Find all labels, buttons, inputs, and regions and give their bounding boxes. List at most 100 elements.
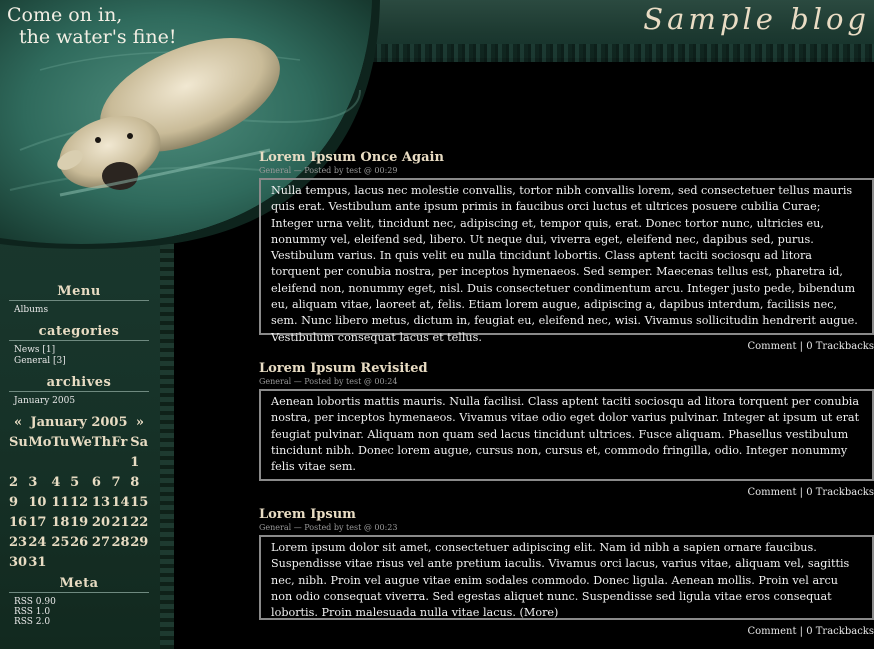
calendar-week: 2 3 4 5 6 7 8 (9, 472, 149, 492)
post-title[interactable]: Lorem Ipsum Revisited (259, 361, 874, 376)
blog-title[interactable]: Sample blog (643, 2, 870, 36)
meta-rss-090[interactable]: RSS 0.90 (9, 597, 149, 607)
post-meta: General — Posted by test @ 00:24 (259, 377, 398, 386)
sidebar-edge-texture (160, 230, 174, 649)
calendar-day (92, 452, 112, 472)
calendar-prev-button[interactable]: « (14, 415, 22, 430)
menu-section: Menu Albums (9, 284, 149, 316)
calendar-day: 21 (111, 514, 130, 530)
sidebar-content: Menu Albums categories News [1] General … (9, 284, 149, 635)
post-title[interactable]: Lorem Ipsum Once Again (259, 150, 874, 165)
comment-link[interactable]: Comment (747, 626, 796, 637)
weekday: Th (91, 434, 112, 450)
calendar-day (9, 452, 28, 472)
calendar-day: 25 (51, 534, 70, 550)
calendar-day: 14 (111, 494, 130, 510)
post-body-text: Lorem ipsum dolor sit amet, consectetuer… (271, 541, 850, 620)
calendar-day: 29 (130, 534, 149, 550)
weekday: Sa (130, 434, 149, 450)
calendar-day: 2 (9, 474, 19, 490)
calendar-day: 11 (51, 494, 70, 510)
blog-post: Lorem Ipsum General — Posted by test @ 0… (259, 507, 874, 638)
trackbacks-link[interactable]: 0 Trackbacks (806, 341, 874, 352)
meta-rss-10[interactable]: RSS 1.0 (9, 607, 149, 617)
weekday: Tu (51, 434, 70, 450)
post-body: Nulla tempus, lacus nec molestie convall… (259, 178, 874, 344)
post-body: Lorem ipsum dolor sit amet, consectetuer… (259, 535, 874, 620)
meta-rss-20[interactable]: RSS 2.0 (9, 617, 149, 627)
comment-link[interactable]: Comment (747, 487, 796, 498)
calendar-day: 16 (9, 514, 28, 530)
calendar-day: 4 (51, 474, 61, 490)
calendar-week: 9 10 11 12 13 14 15 (9, 492, 149, 512)
calendar-day: 24 (28, 534, 47, 550)
posts-column: Lorem Ipsum Once Again General — Posted … (259, 150, 874, 646)
meta-section: Meta RSS 0.90 RSS 1.0 RSS 2.0 (9, 576, 149, 627)
calendar-day: 6 (91, 474, 101, 490)
calendar-day (111, 552, 130, 572)
post-meta: General — Posted by test @ 00:29 (259, 166, 398, 175)
archive-january-2005[interactable]: January 2005 (9, 396, 149, 407)
calendar-day (70, 452, 92, 472)
calendar-day (28, 452, 51, 472)
calendar-grid: Su Mo Tu We Th Fr Sa 1 2 3 4 5 6 7 8 9 1… (9, 432, 149, 572)
menu-item-albums[interactable]: Albums (9, 305, 149, 316)
calendar-day: 3 (28, 474, 38, 490)
calendar-day: 28 (111, 534, 130, 550)
calendar-day: 22 (130, 514, 149, 530)
calendar-day (130, 552, 149, 572)
slogan-line-2: the water's fine! (19, 26, 177, 48)
archives-section: archives January 2005 (9, 375, 149, 407)
slogan-line-1: Come on in, (7, 4, 123, 26)
calendar-day: 8 (130, 474, 140, 490)
post-footer: Comment | 0 Trackbacks (747, 626, 874, 637)
trackbacks-link[interactable]: 0 Trackbacks (806, 487, 874, 498)
calendar-week: 16 17 18 19 20 21 22 (9, 512, 149, 532)
calendar-week: 30 31 (9, 552, 149, 572)
categories-heading: categories (9, 324, 149, 341)
calendar-day: 31 (28, 554, 47, 570)
calendar-header: « January 2005 » (9, 415, 149, 430)
categories-section: categories News [1] General [3] (9, 324, 149, 367)
calendar-day: 12 (70, 494, 89, 510)
meta-heading: Meta (9, 576, 149, 593)
calendar-day (111, 452, 130, 472)
calendar-day: 26 (70, 534, 89, 550)
comment-link[interactable]: Comment (747, 341, 796, 352)
post-footer: Comment | 0 Trackbacks (747, 487, 874, 498)
calendar-day (92, 552, 112, 572)
weekday: Fr (111, 434, 128, 450)
header-slogan: Come on in, the water's fine! (7, 4, 177, 48)
calendar-day: 10 (28, 494, 47, 510)
more-link[interactable]: (More) (520, 606, 559, 619)
post-title[interactable]: Lorem Ipsum (259, 507, 874, 522)
archives-heading: archives (9, 375, 149, 392)
calendar-week: 1 (9, 452, 149, 472)
menu-heading: Menu (9, 284, 149, 301)
header-texture (330, 44, 874, 62)
calendar-day (51, 452, 70, 472)
trackbacks-link[interactable]: 0 Trackbacks (806, 626, 874, 637)
blog-post: Lorem Ipsum Once Again General — Posted … (259, 150, 874, 353)
calendar-day (51, 552, 70, 572)
calendar-day: 7 (111, 474, 121, 490)
weekday: We (70, 434, 92, 450)
calendar-week: 23 24 25 26 27 28 29 (9, 532, 149, 552)
calendar-day: 17 (28, 514, 47, 530)
post-meta: General — Posted by test @ 00:23 (259, 523, 398, 532)
calendar-day: 15 (130, 494, 149, 510)
calendar-day: 20 (91, 514, 111, 530)
calendar-day: 18 (51, 514, 70, 530)
blog-post: Lorem Ipsum Revisited General — Posted b… (259, 361, 874, 499)
calendar-day: 23 (9, 534, 28, 550)
calendar-next-button[interactable]: » (136, 415, 144, 430)
calendar-weekdays: Su Mo Tu We Th Fr Sa (9, 432, 149, 452)
category-general[interactable]: General [3] (9, 356, 149, 367)
category-news[interactable]: News [1] (9, 345, 149, 356)
calendar-day: 9 (9, 494, 19, 510)
calendar: « January 2005 » Su Mo Tu We Th Fr Sa 1 (9, 415, 149, 572)
calendar-day (70, 552, 92, 572)
calendar-day: 30 (9, 554, 28, 570)
calendar-day: 13 (91, 494, 111, 510)
weekday: Su (9, 434, 28, 450)
